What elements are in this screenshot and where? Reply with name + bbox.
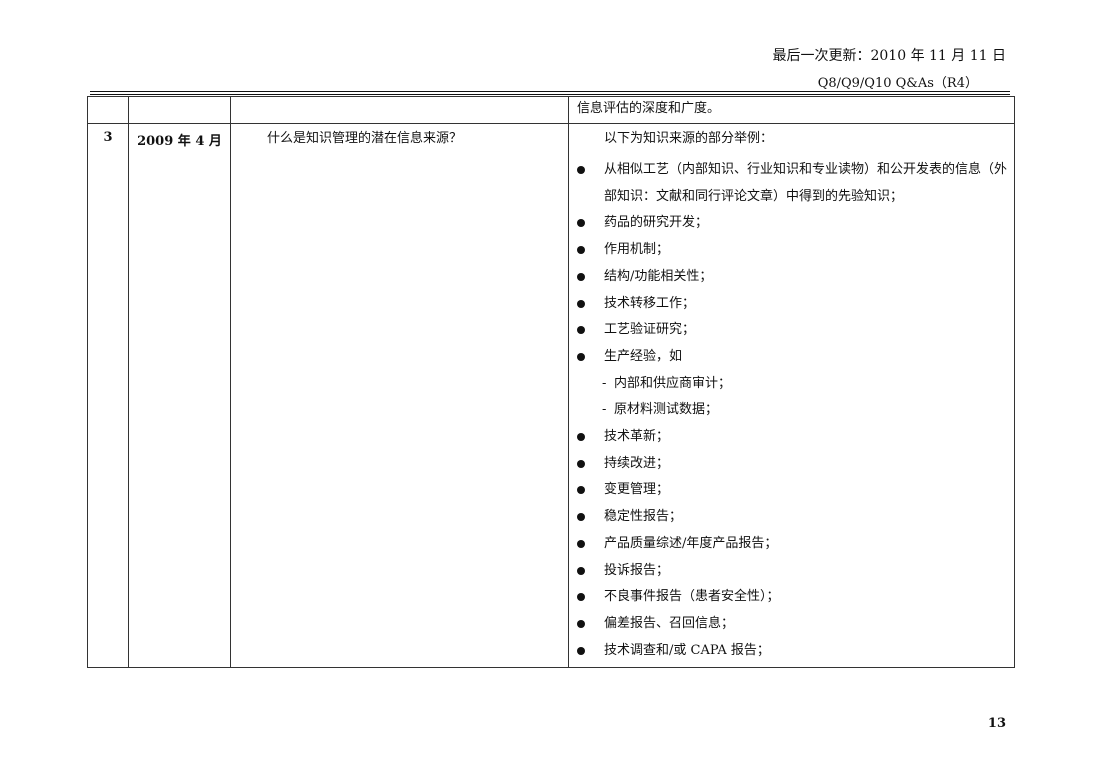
bullet-icon	[577, 459, 585, 468]
bullet-icon	[577, 513, 585, 522]
list-item: 药品的研究开发；	[569, 210, 1014, 237]
bullet-icon	[577, 166, 585, 174]
header-rule-secondary	[90, 94, 1010, 95]
qa-table: 信息评估的深度和广度。 3 2009 年 4 月 什么是知识管理的潜在信息来源？…	[87, 96, 1015, 668]
bullet-icon	[577, 219, 585, 228]
row-answer: 以下为知识来源的部分举例： 从相似工艺（内部知识、行业知识和专业读物）和公开发表…	[568, 123, 1015, 668]
cell-answer-continuation: 信息评估的深度和广度。	[568, 96, 1015, 124]
dash-icon: -	[602, 402, 607, 418]
cell-number-empty	[87, 96, 129, 124]
list-item: 投诉报告；	[569, 558, 1014, 585]
list-item: 持续改进；	[569, 451, 1014, 478]
row-date: 2009 年 4 月	[128, 123, 231, 668]
list-item: 技术调查和/或 CAPA 报告；	[569, 638, 1014, 665]
sub-list-item: - 内部和供应商审计；	[569, 371, 1014, 398]
answer-intro: 以下为知识来源的部分举例：	[604, 131, 774, 146]
bullet-icon	[577, 646, 585, 655]
cell-question-empty	[230, 96, 569, 124]
bullet-icon	[577, 352, 585, 361]
table-row: 3 2009 年 4 月 什么是知识管理的潜在信息来源？ 以下为知识来源的部分举…	[87, 123, 1015, 668]
bullet-icon	[577, 272, 585, 281]
list-item: 工艺验证研究；	[569, 317, 1014, 344]
sub-list-item: - 原材料测试数据；	[569, 397, 1014, 424]
dash-icon: -	[602, 375, 607, 391]
header-rule	[90, 91, 1010, 92]
bullet-icon	[577, 566, 585, 575]
list-item: 技术革新；	[569, 424, 1014, 451]
list-item: 变更管理；	[569, 477, 1014, 504]
list-item: 作用机制；	[569, 237, 1014, 264]
bullet-icon	[577, 433, 585, 442]
bullet-icon	[577, 593, 585, 602]
list-item: 生产经验，如	[569, 344, 1014, 371]
list-item: 不良事件报告（患者安全性）；	[569, 584, 1014, 611]
list-item: 稳定性报告；	[569, 504, 1014, 531]
row-number: 3	[87, 123, 129, 668]
bullet-icon	[577, 539, 585, 548]
list-item: 结构/功能相关性；	[569, 264, 1014, 291]
row-question: 什么是知识管理的潜在信息来源？	[230, 123, 569, 668]
header-document-title: Q8/Q9/Q10 Q&As（R4）	[817, 76, 978, 91]
bullet-icon	[577, 619, 585, 628]
page-number: 13	[987, 716, 1006, 731]
bullet-icon	[577, 299, 585, 308]
list-item: 从相似工艺（内部知识、行业知识和专业读物）和公开发表的信息（外部知识：文献和同行…	[569, 157, 1014, 210]
table-row-continuation: 信息评估的深度和广度。	[87, 96, 1015, 124]
bullet-icon	[577, 246, 585, 255]
bullet-icon	[577, 326, 585, 335]
cell-date-empty	[128, 96, 231, 124]
bullet-icon	[577, 486, 585, 495]
header-updated-date: 最后一次更新：2010 年 11 月 11 日	[772, 48, 1006, 64]
list-item: 技术转移工作；	[569, 291, 1014, 318]
list-item: 偏差报告、召回信息；	[569, 611, 1014, 638]
list-item: 产品质量综述/年度产品报告；	[569, 531, 1014, 558]
